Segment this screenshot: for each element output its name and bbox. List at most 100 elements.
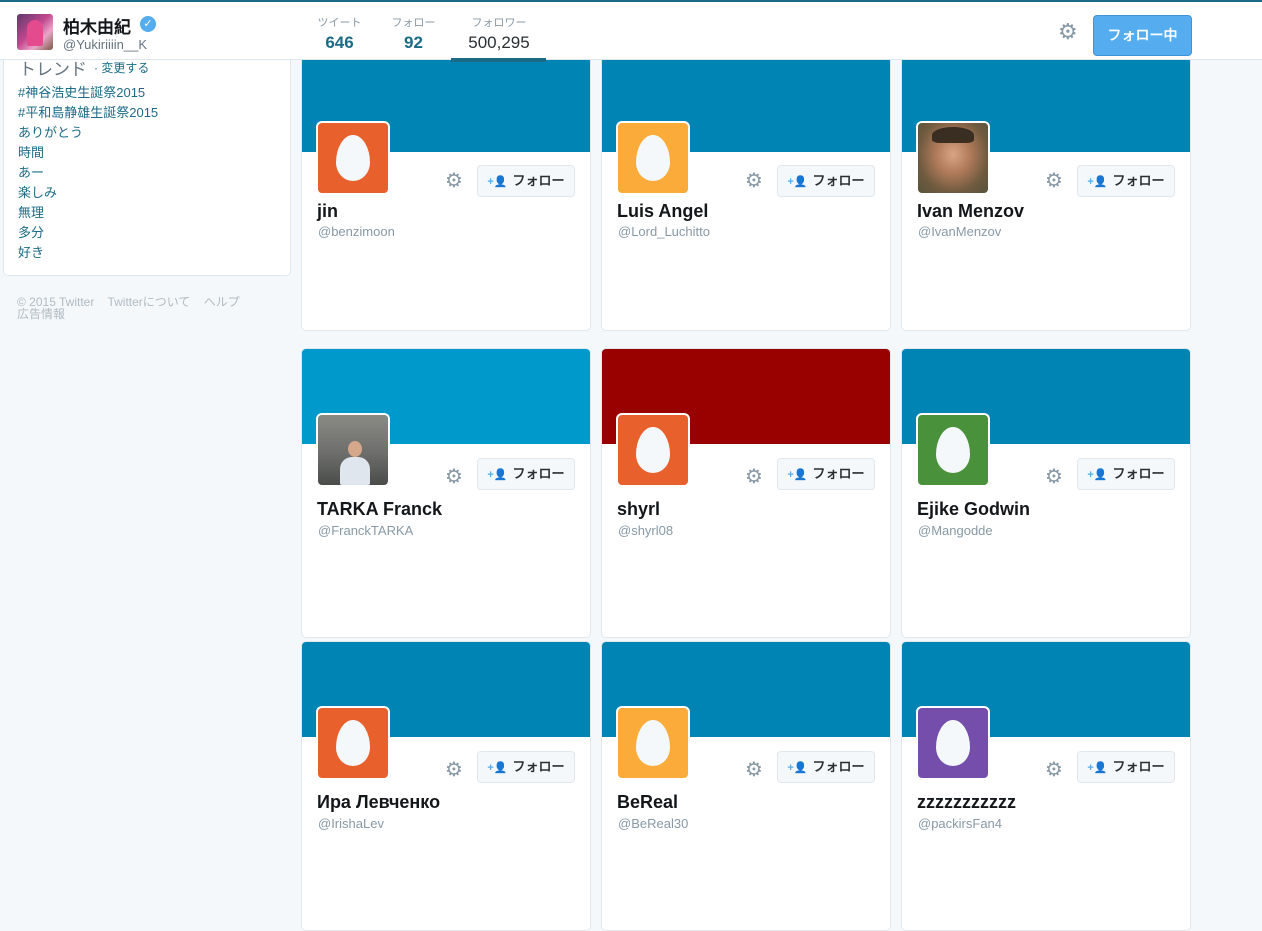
follow-button-label: フォロー xyxy=(512,759,565,774)
follow-button[interactable]: +👤 フォロー xyxy=(777,458,875,490)
stat-tweets[interactable]: ツイート 646 xyxy=(312,14,367,53)
add-user-icon: +👤 xyxy=(1087,762,1108,774)
follow-button-label: フォロー xyxy=(1112,466,1165,481)
user-actions-gear-icon[interactable]: ⚙ xyxy=(1045,759,1063,781)
follow-button[interactable]: +👤 フォロー xyxy=(1077,458,1175,490)
user-actions-gear-icon[interactable]: ⚙ xyxy=(745,170,763,192)
stat-tweets-label: ツイート xyxy=(317,17,362,29)
add-user-icon: +👤 xyxy=(1087,469,1108,481)
gear-icon[interactable]: ⚙ xyxy=(1058,20,1078,44)
follow-button[interactable]: +👤 フォロー xyxy=(777,165,875,197)
user-handle[interactable]: @IrishaLev xyxy=(318,816,384,831)
trends-list: #神谷浩史生誕祭2015 #平和島静雄生誕祭2015 ありがとう 時間 あー 楽… xyxy=(18,83,158,263)
footer-help-link[interactable]: ヘルプ xyxy=(204,295,240,309)
trend-item[interactable]: 多分 xyxy=(18,223,158,243)
follow-button[interactable]: +👤 フォロー xyxy=(777,751,875,783)
follow-button[interactable]: +👤 フォロー xyxy=(477,751,575,783)
trend-item[interactable]: あー xyxy=(18,163,158,183)
user-handle[interactable]: @IvanMenzov xyxy=(918,224,1001,239)
user-name[interactable]: Luis Angel xyxy=(617,201,708,222)
add-user-icon: +👤 xyxy=(787,176,808,188)
user-actions-gear-icon[interactable]: ⚙ xyxy=(745,759,763,781)
trend-item[interactable]: 時間 xyxy=(18,143,158,163)
follower-card[interactable]: ⚙ +👤 フォロー shyrl @shyrl08 xyxy=(601,348,891,638)
user-avatar[interactable] xyxy=(316,121,390,195)
default-egg-icon xyxy=(936,427,970,473)
follower-card[interactable]: ⚙ +👤 フォロー zzzzzzzzzzz @packirsFan4 xyxy=(901,641,1191,931)
user-actions-gear-icon[interactable]: ⚙ xyxy=(1045,170,1063,192)
trend-item[interactable]: 好き xyxy=(18,243,158,263)
stat-followers-value: 500,295 xyxy=(468,33,530,52)
follower-card[interactable]: ⚙ +👤 フォロー BeReal @BeReal30 xyxy=(601,641,891,931)
following-button[interactable]: フォロー中 xyxy=(1093,15,1192,56)
footer: © 2015 Twitter Twitterについて ヘルプ 広告情報 xyxy=(17,296,250,320)
user-handle[interactable]: @FranckTARKA xyxy=(318,523,413,538)
footer-ads-link[interactable]: 広告情報 xyxy=(17,307,65,321)
profile-handle[interactable]: @Yukiriiiin__K xyxy=(63,37,147,52)
follow-button-label: フォロー xyxy=(812,173,865,188)
avatar-photo xyxy=(918,123,988,193)
follow-button[interactable]: +👤 フォロー xyxy=(477,165,575,197)
default-egg-icon xyxy=(636,135,670,181)
trends-module: トレンド · 変更する #神谷浩史生誕祭2015 #平和島静雄生誕祭2015 あ… xyxy=(3,50,291,276)
user-handle[interactable]: @shyrl08 xyxy=(618,523,673,538)
trend-item[interactable]: ありがとう xyxy=(18,123,158,143)
follower-card[interactable]: ⚙ +👤 フォロー Ivan Menzov @IvanMenzov xyxy=(901,41,1191,331)
add-user-icon: +👤 xyxy=(487,176,508,188)
user-actions-gear-icon[interactable]: ⚙ xyxy=(745,466,763,488)
user-actions-gear-icon[interactable]: ⚙ xyxy=(445,759,463,781)
user-actions-gear-icon[interactable]: ⚙ xyxy=(445,466,463,488)
trend-item[interactable]: #平和島静雄生誕祭2015 xyxy=(18,103,158,123)
follower-card[interactable]: ⚙ +👤 フォロー Ejike Godwin @Mangodde xyxy=(901,348,1191,638)
user-handle[interactable]: @BeReal30 xyxy=(618,816,688,831)
user-actions-gear-icon[interactable]: ⚙ xyxy=(445,170,463,192)
user-name[interactable]: shyrl xyxy=(617,499,660,520)
add-user-icon: +👤 xyxy=(1087,176,1108,188)
stat-following[interactable]: フォロー 92 xyxy=(386,14,441,53)
user-avatar[interactable] xyxy=(916,706,990,780)
profile-avatar[interactable] xyxy=(17,14,53,50)
follow-button-label: フォロー xyxy=(812,466,865,481)
user-avatar[interactable] xyxy=(616,413,690,487)
user-avatar[interactable] xyxy=(916,121,990,195)
profile-name[interactable]: 柏木由紀 xyxy=(63,13,131,38)
follow-button[interactable]: +👤 フォロー xyxy=(1077,165,1175,197)
user-name[interactable]: zzzzzzzzzzz xyxy=(917,792,1016,813)
follower-card[interactable]: ⚙ +👤 フォロー jin @benzimoon xyxy=(301,41,591,331)
stat-followers[interactable]: フォロワー 500,295 xyxy=(452,14,546,53)
add-user-icon: +👤 xyxy=(487,469,508,481)
follower-card[interactable]: ⚙ +👤 フォロー TARKA Franck @FranckTARKA xyxy=(301,348,591,638)
user-handle[interactable]: @benzimoon xyxy=(318,224,395,239)
user-avatar[interactable] xyxy=(616,706,690,780)
user-handle[interactable]: @Lord_Luchitto xyxy=(618,224,710,239)
user-handle[interactable]: @packirsFan4 xyxy=(918,816,1002,831)
follow-button[interactable]: +👤 フォロー xyxy=(477,458,575,490)
follow-button[interactable]: +👤 フォロー xyxy=(1077,751,1175,783)
user-avatar[interactable] xyxy=(316,706,390,780)
avatar-photo xyxy=(318,415,388,485)
default-egg-icon xyxy=(936,720,970,766)
user-name[interactable]: Ivan Menzov xyxy=(917,201,1024,222)
trend-item[interactable]: 無理 xyxy=(18,203,158,223)
trend-item[interactable]: 楽しみ xyxy=(18,183,158,203)
user-name[interactable]: Ejike Godwin xyxy=(917,499,1030,520)
user-avatar[interactable] xyxy=(316,413,390,487)
follow-button-label: フォロー xyxy=(512,466,565,481)
verified-badge-icon: ✓ xyxy=(140,16,156,32)
footer-about-link[interactable]: Twitterについて xyxy=(107,295,190,309)
trends-change-link[interactable]: · 変更する xyxy=(94,59,149,76)
stat-following-label: フォロー xyxy=(391,17,436,29)
follower-card[interactable]: ⚙ +👤 フォロー Luis Angel @Lord_Luchitto xyxy=(601,41,891,331)
follower-card[interactable]: ⚙ +👤 フォロー Ира Левченко @IrishaLev xyxy=(301,641,591,931)
user-avatar[interactable] xyxy=(916,413,990,487)
user-name[interactable]: BeReal xyxy=(617,792,678,813)
user-name[interactable]: jin xyxy=(317,201,338,222)
stat-followers-label: フォロワー xyxy=(471,17,527,29)
trend-item[interactable]: #神谷浩史生誕祭2015 xyxy=(18,83,158,103)
user-name[interactable]: TARKA Franck xyxy=(317,499,442,520)
user-handle[interactable]: @Mangodde xyxy=(918,523,993,538)
default-egg-icon xyxy=(336,135,370,181)
user-avatar[interactable] xyxy=(616,121,690,195)
user-actions-gear-icon[interactable]: ⚙ xyxy=(1045,466,1063,488)
user-name[interactable]: Ира Левченко xyxy=(317,792,440,813)
